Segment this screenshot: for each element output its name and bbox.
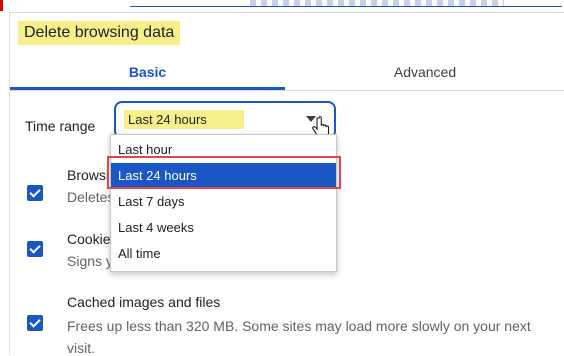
time-range-label: Time range [25,118,96,134]
time-range-dropdown: Last hour Last 24 hours Last 7 days Last… [110,134,337,272]
option-last-24-hours[interactable]: Last 24 hours [111,163,336,189]
item-subtitle: Frees up less than 320 MB. Some sites ma… [67,318,531,334]
item-subtitle: Signs y [67,253,113,269]
item-title: Cached images and files [67,294,221,310]
option-all-time[interactable]: All time [111,241,336,267]
dialog-title: Delete browsing data [18,21,181,45]
tab-advanced[interactable]: Advanced [285,59,564,91]
option-last-hour[interactable]: Last hour [111,137,336,163]
item-title: Browsi [67,167,110,183]
link-underline [130,6,562,7]
item-subtitle: Deletes [67,189,115,205]
cached-images-checkbox[interactable] [27,315,43,331]
red-marker [0,0,3,11]
cookies-checkbox[interactable] [27,241,43,257]
tab-divider [10,90,564,91]
option-last-4-weeks[interactable]: Last 4 weeks [111,215,336,241]
browsing-history-checkbox[interactable] [27,185,43,201]
time-range-value: Last 24 hours [124,110,244,129]
option-last-7-days[interactable]: Last 7 days [111,189,336,215]
